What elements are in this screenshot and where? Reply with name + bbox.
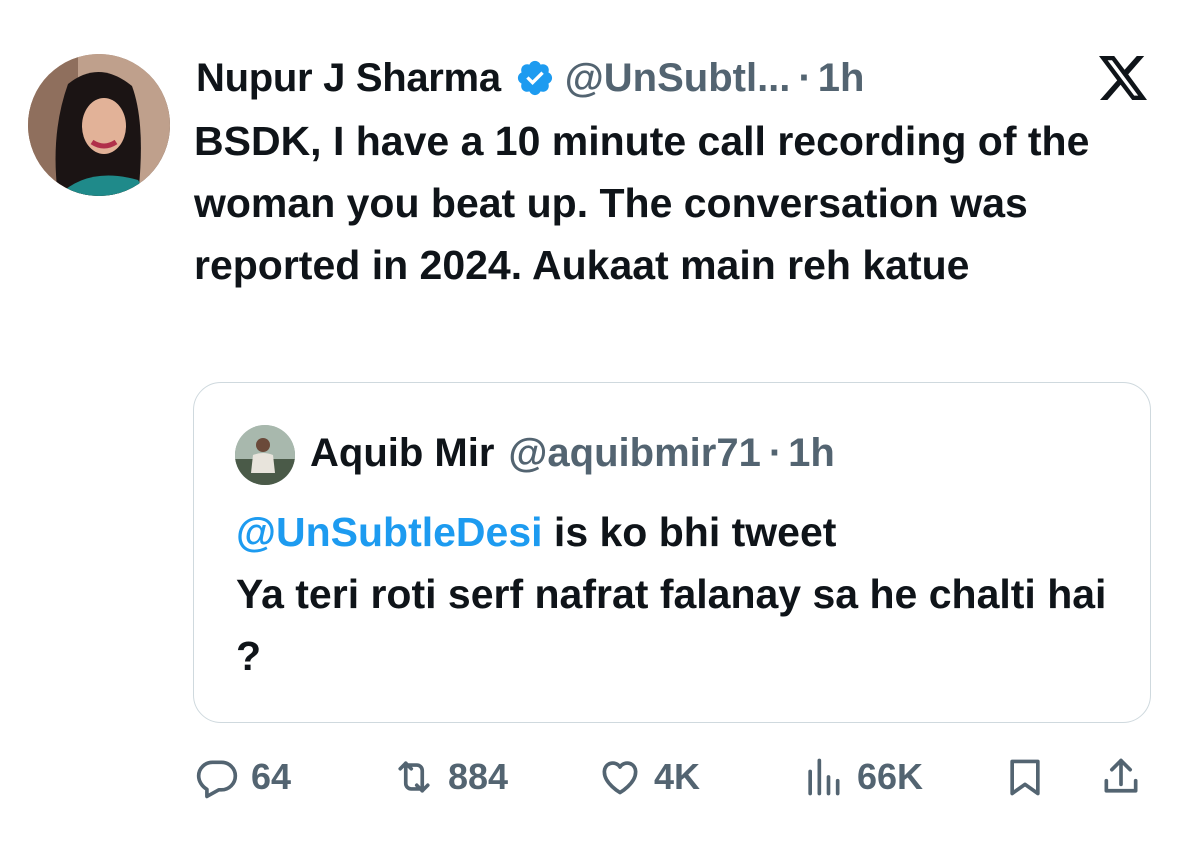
mention-link[interactable]: @UnSubtleDesi <box>236 509 543 555</box>
like-count: 4K <box>654 756 701 797</box>
author-avatar-image <box>28 54 170 196</box>
author-handle[interactable]: @UnSubtl... <box>565 56 791 101</box>
verified-badge-icon <box>517 60 552 96</box>
views-button[interactable]: 66K <box>801 752 923 802</box>
author-avatar[interactable] <box>28 54 170 196</box>
bookmark-button[interactable] <box>1003 752 1047 802</box>
quoted-text: @UnSubtleDesi is ko bhi tweet Ya teri ro… <box>236 501 1116 687</box>
quoted-author-name[interactable]: Aquib Mir <box>310 431 494 476</box>
quoted-header: Aquib Mir @aquibmir71 · 1h <box>310 431 835 476</box>
reply-icon <box>196 760 238 799</box>
views-count: 66K <box>857 756 924 797</box>
like-button[interactable]: 4K <box>598 752 700 802</box>
share-icon <box>1104 758 1138 793</box>
quoted-time[interactable]: 1h <box>788 431 835 476</box>
tweet-text: BSDK, I have a 10 minute call recording … <box>194 118 1090 288</box>
separator-dot: · <box>798 55 812 100</box>
views-icon <box>808 758 840 796</box>
author-name[interactable]: Nupur J Sharma <box>196 56 501 101</box>
quoted-author-handle[interactable]: @aquibmir71 <box>508 431 760 476</box>
reply-button[interactable]: 64 <box>195 752 291 802</box>
repost-button[interactable]: 884 <box>392 752 508 802</box>
quoted-separator-dot: · <box>768 431 783 475</box>
quoted-text-line2: Ya teri roti serf nafrat falanay sa he c… <box>236 571 1107 679</box>
x-logo-icon <box>1099 56 1147 100</box>
tweet-header: Nupur J Sharma @UnSubtl... · 1h <box>196 52 864 104</box>
quoted-avatar-image <box>235 425 295 485</box>
repost-icon <box>398 761 430 793</box>
reply-count: 64 <box>251 756 292 797</box>
quoted-tweet[interactable]: Aquib Mir @aquibmir71 · 1h @UnSubtleDesi… <box>193 382 1151 723</box>
tweet-time[interactable]: 1h <box>818 56 865 101</box>
repost-count: 884 <box>448 756 509 797</box>
share-button[interactable] <box>1099 752 1143 802</box>
like-icon <box>602 761 638 795</box>
bookmark-icon <box>1010 759 1040 796</box>
action-bar: 64 884 4K 66K <box>195 752 1145 802</box>
quoted-text-line1: is ko bhi tweet <box>542 509 837 555</box>
quoted-author-avatar[interactable] <box>235 425 295 485</box>
